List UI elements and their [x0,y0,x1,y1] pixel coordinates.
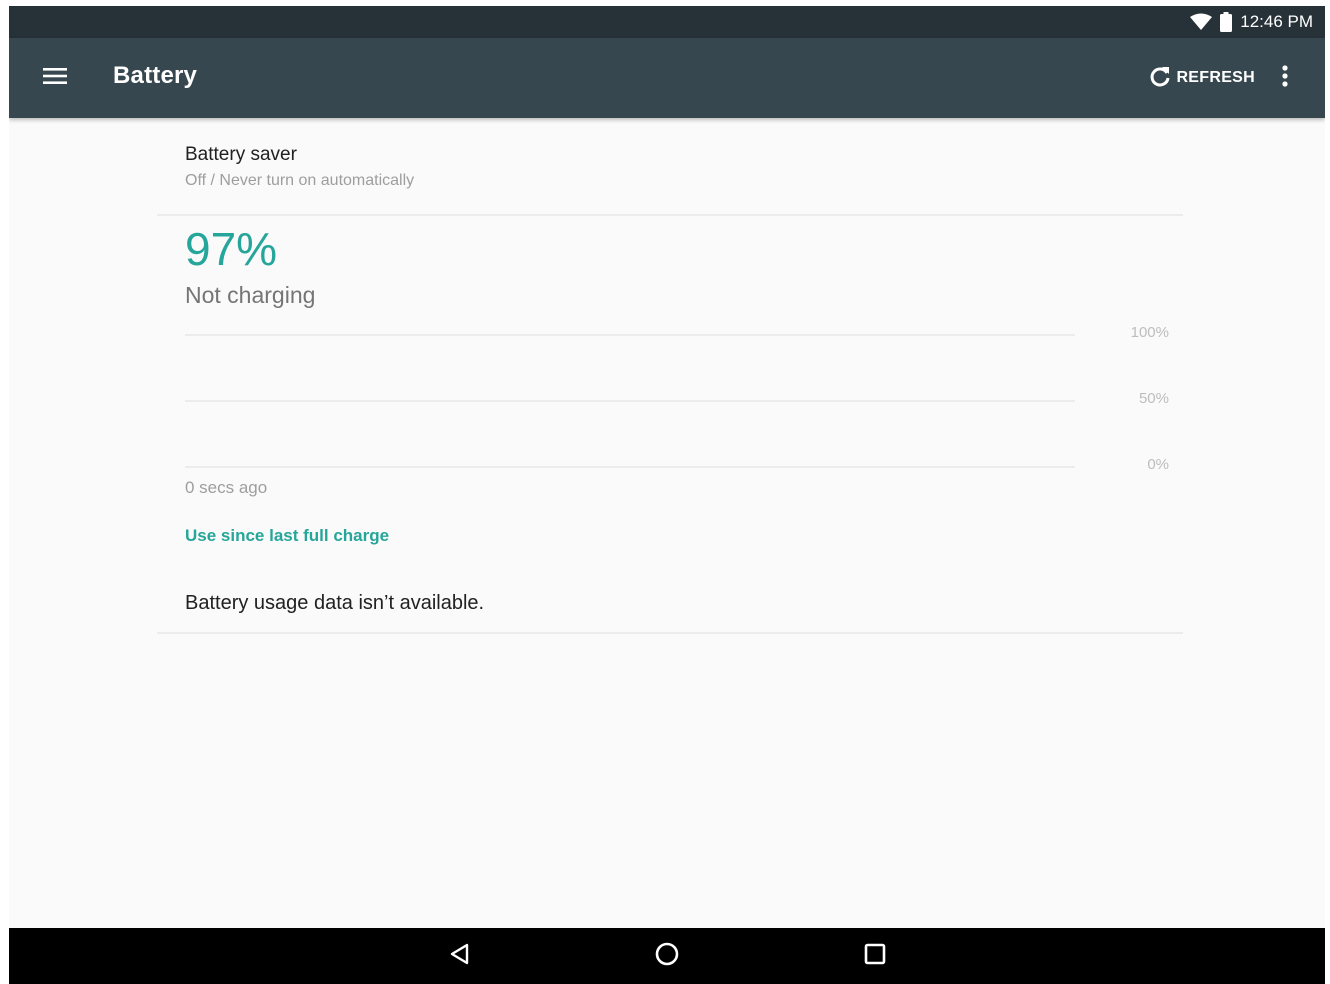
battery-icon [1220,12,1233,32]
battery-history-graph: 100% 50% 0% [185,324,1177,474]
graph-gridline-50 [185,400,1075,402]
battery-saver-summary: Off / Never turn on automatically [185,172,415,189]
home-button[interactable] [647,936,687,976]
usage-unavailable-message: Battery usage data isn’t available. [185,592,485,614]
more-options-button[interactable] [1269,58,1301,98]
hamburger-menu-icon [43,67,67,90]
divider [157,632,1183,634]
refresh-label: REFRESH [1176,69,1255,86]
status-time: 12:46 PM [1240,12,1313,31]
graph-label-50: 50% [1138,390,1169,407]
page-title: Battery [113,62,198,89]
status-bar: 12:46 PM [9,6,1325,38]
wifi-icon [1190,13,1213,31]
graph-gridline-100 [185,334,1075,336]
battery-percentage: 97% [185,223,278,275]
refresh-button[interactable]: REFRESH [1148,60,1255,96]
use-since-last-full-charge-link[interactable]: Use since last full charge [185,526,389,546]
graph-label-100: 100% [1130,324,1169,341]
battery-saver-row[interactable]: Battery saver Off / Never turn on automa… [157,118,1183,216]
more-vert-icon [1282,64,1288,92]
refresh-icon [1148,64,1172,93]
back-icon [448,942,472,971]
app-bar: Battery REFRESH [9,38,1325,118]
battery-saver-title: Battery saver [185,144,297,165]
navigation-bar [9,928,1325,984]
recents-button[interactable] [855,936,895,976]
charging-status: Not charging [185,282,316,308]
graph-label-0: 0% [1147,456,1169,473]
battery-content: Battery saver Off / Never turn on automa… [157,118,1183,634]
home-icon [654,941,680,972]
graph-time-label: 0 secs ago [185,478,268,497]
screen: 12:46 PM Battery REFRESH Battery saver O… [9,6,1325,984]
back-button[interactable] [440,936,480,976]
menu-button[interactable] [35,58,75,98]
graph-gridline-0 [185,466,1075,468]
recents-icon [863,942,887,971]
